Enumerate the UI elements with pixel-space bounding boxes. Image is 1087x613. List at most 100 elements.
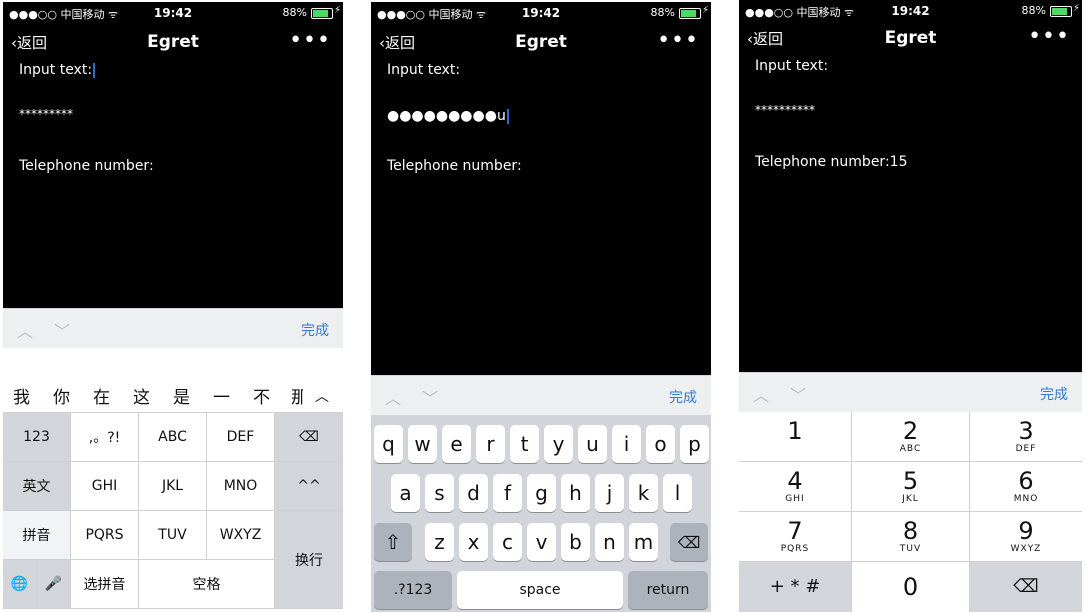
key-letter[interactable]: t bbox=[510, 425, 539, 463]
key-digit[interactable]: 5 JKL bbox=[852, 462, 970, 512]
done-button[interactable]: 完成 bbox=[301, 320, 329, 340]
key-letter[interactable]: w bbox=[408, 425, 437, 463]
shift-icon[interactable]: ⇧ bbox=[374, 523, 412, 561]
battery-percent: 88% bbox=[650, 6, 675, 19]
key-123[interactable]: 123 bbox=[3, 413, 71, 462]
key-letter[interactable]: s bbox=[425, 474, 454, 512]
key-letter[interactable]: z bbox=[425, 523, 454, 561]
key-digit-zero[interactable]: 0 bbox=[852, 562, 970, 612]
key-tuv[interactable]: TUV bbox=[139, 511, 207, 560]
more-icon[interactable]: ••• bbox=[657, 28, 699, 53]
key-def[interactable]: DEF bbox=[207, 413, 275, 462]
key-letter[interactable]: h bbox=[561, 474, 590, 512]
input-text-field[interactable]: Input text: bbox=[19, 62, 96, 78]
key-digit[interactable]: 8 TUV bbox=[852, 512, 970, 562]
form-area: Input text: ●●●●●●●●●u Telephone number: bbox=[371, 62, 711, 375]
key-letter[interactable]: d bbox=[459, 474, 488, 512]
input-text-field[interactable]: Input text: bbox=[755, 58, 828, 74]
space-bar[interactable]: space bbox=[457, 571, 623, 609]
key-digit[interactable]: 4 GHI bbox=[739, 462, 852, 512]
status-bar: ●●●○○ 中国移动 ᯤ 19:42 88% ⚡ bbox=[739, 0, 1082, 22]
enter-button[interactable]: 换行 bbox=[275, 511, 343, 609]
emoticon-icon[interactable]: ^^ bbox=[275, 462, 343, 511]
telephone-field[interactable]: Telephone number: bbox=[387, 158, 522, 174]
key-letter[interactable]: c bbox=[493, 523, 522, 561]
key-letter[interactable]: v bbox=[527, 523, 556, 561]
candidate-word[interactable]: 你 bbox=[53, 383, 70, 408]
battery-icon bbox=[1050, 6, 1072, 17]
key-english[interactable]: 英文 bbox=[3, 462, 71, 511]
more-icon[interactable]: ••• bbox=[289, 28, 331, 53]
done-button[interactable]: 完成 bbox=[1040, 384, 1068, 404]
collapse-candidates-icon[interactable]: ︿ bbox=[315, 386, 329, 406]
password-field[interactable]: ********** bbox=[755, 103, 815, 117]
key-letter[interactable]: u bbox=[578, 425, 607, 463]
candidate-word[interactable]: 在 bbox=[93, 383, 110, 408]
password-field[interactable]: ********* bbox=[19, 107, 73, 121]
delete-icon[interactable]: ⌫ bbox=[970, 562, 1082, 612]
done-button[interactable]: 完成 bbox=[669, 387, 697, 407]
candidate-word[interactable]: 那 bbox=[291, 383, 303, 408]
key-letter[interactable]: l bbox=[663, 474, 692, 512]
candidate-word[interactable]: 这 bbox=[133, 383, 150, 408]
key-letter[interactable]: k bbox=[629, 474, 658, 512]
key-select-pinyin[interactable]: 选拼音 bbox=[71, 560, 139, 609]
key-letter[interactable]: e bbox=[442, 425, 471, 463]
key-pinyin[interactable]: 拼音 bbox=[3, 511, 71, 560]
microphone-icon[interactable]: 🎤 bbox=[37, 560, 71, 609]
key-digit[interactable]: 2 ABC bbox=[852, 412, 970, 462]
key-letter[interactable]: q bbox=[374, 425, 403, 463]
text-caret bbox=[506, 108, 509, 124]
key-wxyz[interactable]: WXYZ bbox=[207, 511, 275, 560]
telephone-field[interactable]: Telephone number: bbox=[19, 158, 154, 174]
key-letter[interactable]: b bbox=[561, 523, 590, 561]
charging-icon: ⚡ bbox=[333, 5, 341, 16]
space-bar[interactable]: 空格 bbox=[139, 560, 275, 609]
telephone-field[interactable]: Telephone number:15 bbox=[755, 154, 907, 170]
key-punctuation[interactable]: ,。?! bbox=[71, 413, 139, 462]
key-jkl[interactable]: JKL bbox=[139, 462, 207, 511]
candidate-word[interactable]: 不 bbox=[253, 383, 270, 408]
key-digit[interactable]: 3 DEF bbox=[970, 412, 1082, 462]
key-letter[interactable]: y bbox=[544, 425, 573, 463]
input-text-field[interactable]: Input text: bbox=[387, 62, 460, 78]
key-letter[interactable]: r bbox=[476, 425, 505, 463]
key-abc[interactable]: ABC bbox=[139, 413, 207, 462]
battery-percent: 88% bbox=[1021, 4, 1046, 17]
key-letter[interactable]: j bbox=[595, 474, 624, 512]
numbers-button[interactable]: .?123 bbox=[374, 571, 452, 609]
key-letter[interactable]: o bbox=[646, 425, 675, 463]
delete-icon[interactable]: ⌫ bbox=[275, 413, 343, 462]
key-letter[interactable]: f bbox=[493, 474, 522, 512]
phone-screen-qwerty: ●●●○○ 中国移动 ᯤ 19:42 88% ⚡ ‹返回 Egret ••• I… bbox=[371, 2, 711, 612]
prev-next-arrows-icon[interactable]: ︿ ﹀ bbox=[385, 385, 446, 409]
password-field[interactable]: ●●●●●●●●●u bbox=[387, 108, 509, 124]
key-letter[interactable]: p bbox=[680, 425, 709, 463]
qwerty-keyboard: q w e r t y u i o p a s d f g h j k l ⇧ … bbox=[371, 415, 711, 612]
symbols-button[interactable]: + * # bbox=[739, 562, 852, 612]
candidate-word[interactable]: 一 bbox=[213, 383, 230, 408]
key-ghi[interactable]: GHI bbox=[71, 462, 139, 511]
key-letter[interactable]: m bbox=[629, 523, 658, 561]
prev-next-arrows-icon[interactable]: ︿ ﹀ bbox=[17, 318, 78, 342]
key-letter[interactable]: n bbox=[595, 523, 624, 561]
key-digit[interactable]: 7 PQRS bbox=[739, 512, 852, 562]
key-letter[interactable]: g bbox=[527, 474, 556, 512]
prev-next-arrows-icon[interactable]: ︿ ﹀ bbox=[753, 382, 814, 406]
key-letter[interactable]: i bbox=[612, 425, 641, 463]
key-digit[interactable]: 1 bbox=[739, 412, 852, 462]
key-letter[interactable]: a bbox=[391, 474, 420, 512]
key-letter[interactable]: x bbox=[459, 523, 488, 561]
delete-icon[interactable]: ⌫ bbox=[670, 523, 708, 561]
key-digit[interactable]: 6 MNO bbox=[970, 462, 1082, 512]
globe-icon[interactable]: 🌐 bbox=[3, 560, 37, 609]
return-button[interactable]: return bbox=[628, 571, 708, 609]
candidate-word[interactable]: 我 bbox=[13, 383, 30, 408]
key-pqrs[interactable]: PQRS bbox=[71, 511, 139, 560]
key-mno[interactable]: MNO bbox=[207, 462, 275, 511]
candidate-word[interactable]: 是 bbox=[173, 383, 190, 408]
status-bar: ●●●○○ 中国移动 ᯤ 19:42 88% ⚡ bbox=[3, 2, 343, 24]
key-digit[interactable]: 9 WXYZ bbox=[970, 512, 1082, 562]
keyboard-accessory-bar: ︿ ﹀ 完成 bbox=[371, 375, 711, 416]
more-icon[interactable]: ••• bbox=[1028, 24, 1070, 49]
